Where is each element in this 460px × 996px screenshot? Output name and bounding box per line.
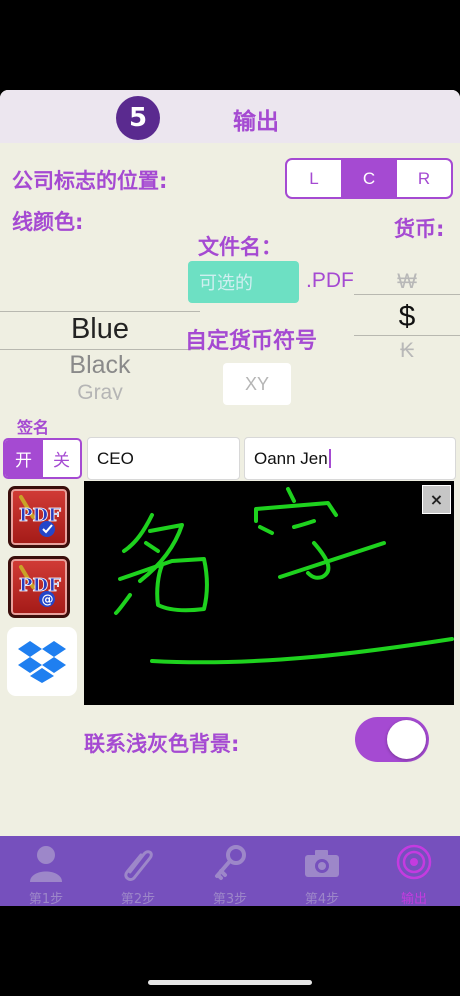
signature-canvas[interactable] [84, 481, 454, 705]
picker-divider [354, 335, 460, 336]
pdf-email-icon: PDF @ [19, 565, 62, 607]
tab-label: 第1步 [28, 892, 64, 907]
currency-option-kip[interactable]: ₭ [354, 339, 460, 363]
logo-center-segment[interactable]: C [341, 160, 396, 197]
output-panel: 5 输出 公司标志的位置: L C R 线颜色: 文件名： 货币: 可选的 .P… [0, 90, 460, 836]
svg-text:PDF: PDF [19, 505, 61, 526]
page-title: 输出 [233, 109, 279, 135]
signature-toggle: 开 关 [3, 438, 82, 479]
color-option-clip: Gray [0, 381, 200, 400]
signer-title-value: CEO [97, 448, 134, 468]
signature-on-segment[interactable]: 开 [5, 440, 42, 477]
light-background-label: 联系浅灰色背景: [84, 732, 240, 756]
color-option-gray[interactable]: Gray [0, 381, 200, 400]
currency-label: 货币: [394, 217, 445, 241]
clear-signature-button[interactable]: × [422, 485, 451, 514]
signature-label: 签名 [17, 418, 50, 437]
color-option-black[interactable]: Black [0, 351, 200, 380]
currency-option-dollar[interactable]: $ [354, 300, 460, 334]
logo-position-label: 公司标志的位置: [12, 169, 168, 193]
home-indicator [148, 980, 312, 985]
target-icon [396, 844, 432, 880]
person-icon [30, 846, 62, 882]
text-cursor [328, 449, 331, 468]
key-icon [215, 845, 246, 880]
tab-bar: 第1步 第2步 第3步 第4步 输出 [0, 836, 460, 907]
logo-position-segmented-control: L C R [285, 158, 453, 199]
tab-output[interactable]: 输出 [368, 836, 460, 907]
logo-right-segment[interactable]: R [396, 160, 451, 197]
svg-text:@: @ [42, 593, 54, 607]
tab-step-4[interactable]: 第4步 [276, 836, 368, 907]
line-color-picker[interactable]: Blue Black Gray [0, 307, 200, 400]
tab-label: 输出 [400, 892, 427, 907]
tab-step-1[interactable]: 第1步 [0, 836, 92, 907]
picker-divider [0, 349, 200, 350]
signature-off-segment[interactable]: 关 [42, 440, 80, 477]
line-color-label: 线颜色: [12, 210, 84, 234]
tab-step-2[interactable]: 第2步 [92, 836, 184, 907]
pdf-email-button[interactable]: PDF @ [8, 556, 70, 618]
header: 5 输出 [0, 90, 460, 143]
color-option-blue[interactable]: Blue [0, 313, 200, 346]
paperclip-icon [124, 850, 153, 881]
pdf-extension-label: .PDF [306, 269, 354, 292]
light-background-switch[interactable] [355, 717, 429, 762]
filename-label: 文件名： [198, 235, 282, 259]
switch-knob [387, 720, 426, 759]
picker-divider [0, 311, 200, 312]
tab-step-3[interactable]: 第3步 [184, 836, 276, 907]
custom-currency-label: 自定货币符号 [185, 329, 318, 354]
logo-left-segment[interactable]: L [287, 160, 341, 197]
signer-name-value: Oann Jen [254, 448, 328, 468]
filename-input[interactable]: 可选的 [188, 261, 299, 303]
pdf-check-icon: PDF [19, 495, 62, 537]
pdf-save-button[interactable]: PDF [8, 486, 70, 548]
currency-picker[interactable]: ₩ $ ₭ [354, 260, 460, 380]
tab-label: 第3步 [212, 892, 248, 907]
dropbox-button[interactable] [7, 627, 77, 696]
custom-currency-input[interactable]: XY [223, 363, 291, 405]
dropbox-icon [18, 640, 66, 683]
signer-title-field[interactable]: CEO [87, 437, 240, 480]
camera-icon [305, 850, 339, 877]
currency-option-won[interactable]: ₩ [354, 270, 460, 294]
tab-label: 第2步 [120, 892, 156, 907]
svg-text:PDF: PDF [19, 575, 61, 596]
close-icon: × [429, 490, 444, 509]
signer-name-field[interactable]: Oann Jen [244, 437, 456, 480]
handwritten-signature [114, 487, 454, 665]
picker-divider [354, 294, 460, 295]
tab-label: 第4步 [304, 892, 340, 907]
